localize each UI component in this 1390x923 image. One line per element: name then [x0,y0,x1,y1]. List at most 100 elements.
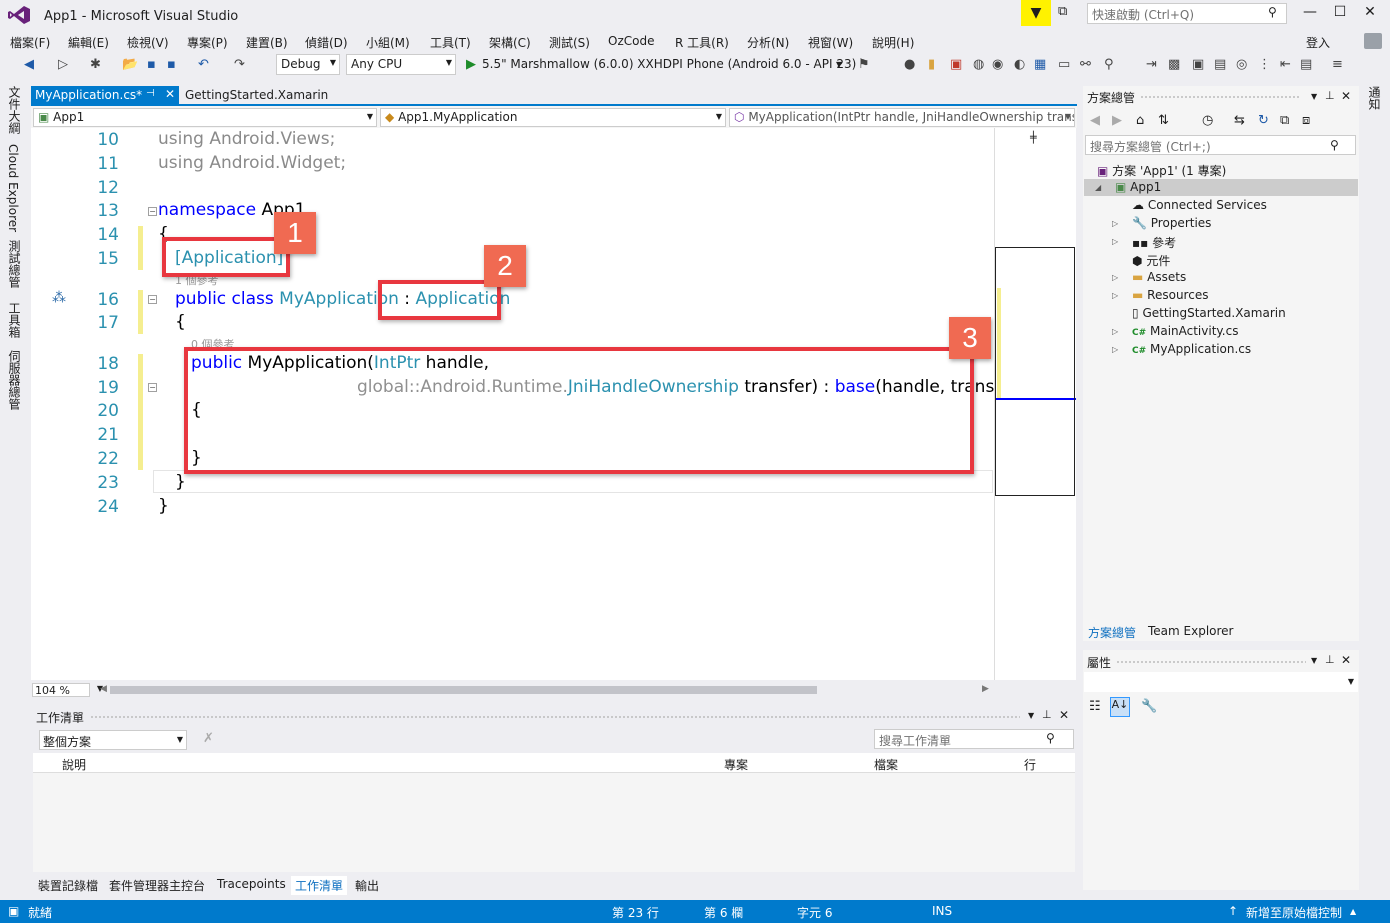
collapsed-triangle-icon[interactable]: ▷ [1112,291,1118,300]
collapsed-triangle-icon[interactable]: ▷ [1112,327,1118,336]
back-icon[interactable]: ◀ [24,57,34,72]
menu-team[interactable]: 小組(M) [366,34,410,51]
menu-ozcode[interactable]: OzCode [608,34,654,48]
class-breakpoint-icon[interactable]: ⁂ [52,290,66,306]
user-icon[interactable] [1364,33,1382,49]
tree-mainactivity[interactable]: C# MainActivity.cs [1132,324,1238,338]
package-icon[interactable]: ▩ [1168,57,1180,72]
attach-icon[interactable]: ◐ [1014,57,1025,72]
find-icon[interactable]: ⚑ [858,57,870,72]
breakpoint-icon[interactable]: ● [904,57,915,72]
pending-changes-icon[interactable]: ◷ [1202,113,1213,128]
save-icon[interactable]: ▪ [147,57,156,72]
tree-myapplication[interactable]: C# MyApplication.cs [1132,342,1251,356]
chevron-down-icon[interactable]: ▼ [1311,92,1317,101]
pin-icon[interactable]: ⊣ [146,88,155,99]
tab-myapplication-cs[interactable]: MyApplication.cs* ⊣ ✕ [31,86,179,105]
pin-icon[interactable]: ⊥ [1042,708,1052,721]
tab-gettingstarted-xamarin[interactable]: GettingStarted.Xamarin [181,86,341,105]
tab-output[interactable]: 輸出 [351,876,383,895]
back-icon[interactable]: ◀ [1090,113,1100,128]
chevron-down-icon[interactable]: ▼ [836,60,842,69]
tree-gettingstarted[interactable]: ▯ GettingStarted.Xamarin [1132,306,1286,320]
close-button[interactable]: ✕ [1355,4,1385,24]
notifications-tab[interactable]: 通知 [1366,86,1383,110]
menu-debug[interactable]: 偵錯(D) [305,34,348,51]
collapsed-triangle-icon[interactable]: ▷ [1112,273,1118,282]
tab-solution-explorer[interactable]: 方案總管 [1088,624,1136,641]
save-all-icon[interactable]: ▪ [167,57,176,72]
zoom-select[interactable]: 104 % ▼ [32,683,103,697]
task-scope-select[interactable]: 整個方案 ▼ [39,730,187,750]
filter-flag-icon[interactable]: ▼ [1021,0,1051,26]
column-file[interactable]: 檔案 [874,756,898,773]
collapse-icon[interactable]: − [148,207,157,216]
close-icon[interactable]: ✕ [1341,653,1351,667]
bookmark-icon[interactable]: ▮ [928,57,935,72]
menu-help[interactable]: 說明(H) [872,34,914,51]
collapsed-triangle-icon[interactable]: ▷ [1112,219,1118,228]
record-icon[interactable]: ◍ [973,57,984,72]
tab-tracepoints[interactable]: Tracepoints [213,876,290,892]
link-icon[interactable]: ⚯ [1080,57,1091,72]
tree-properties[interactable]: 🔧 Properties [1132,216,1211,230]
redo-icon[interactable]: ↷ [234,57,245,72]
new-project-icon[interactable]: ✱ [90,57,101,72]
home-icon[interactable]: ⌂ [1136,113,1144,128]
column-description[interactable]: 說明 [62,756,86,773]
layout-icon[interactable]: ▦ [1034,57,1046,72]
split-handle-icon[interactable]: ╪ [1030,131,1037,144]
collapse-all-icon[interactable]: ⧉ [1280,113,1289,128]
scroll-left-icon[interactable]: ◀ [100,684,107,694]
object-select[interactable]: ▼ [1084,672,1358,692]
tree-assets[interactable]: ▬ Assets [1132,270,1186,284]
cloud-explorer-tab[interactable]: Cloud Explorer [6,144,20,232]
column-project[interactable]: 專案 [724,756,748,773]
minimize-button[interactable]: — [1295,4,1325,24]
chevron-down-icon[interactable]: ▼ [1311,656,1317,665]
menu-view[interactable]: 檢視(V) [127,34,169,51]
collapsed-triangle-icon[interactable]: ▷ [1112,345,1118,354]
menu-project[interactable]: 專案(P) [187,34,228,51]
column-line[interactable]: 行 [1024,756,1036,773]
configuration-select[interactable]: Debug ▼ [276,54,340,75]
menu-build[interactable]: 建置(B) [246,34,288,51]
tree-solution[interactable]: ▣ 方案 'App1' (1 專案) [1097,162,1226,179]
expanded-triangle-icon[interactable]: ◢ [1095,183,1101,192]
tab-team-explorer[interactable]: Team Explorer [1148,624,1234,638]
pin-icon[interactable]: ⊥ [1325,653,1335,666]
panel-grip[interactable] [90,715,1020,719]
scrollbar-thumb[interactable] [110,686,817,694]
panel-grip[interactable] [1140,95,1300,99]
run-target-button[interactable]: 5.5" Marshmallow (6.0.0) XXHDPI Phone (A… [482,57,856,71]
pin-icon[interactable]: ⊥ [1325,89,1335,102]
share-icon[interactable]: ⚲ [1104,57,1114,72]
tab-device-log[interactable]: 裝置記錄檔 [34,876,102,895]
tree-components[interactable]: ⬢ 元件 [1132,252,1170,269]
step-icon[interactable]: ⇥ [1146,57,1157,72]
view-icon[interactable]: ▤ [1214,57,1226,72]
quick-launch-input[interactable]: 快速啟動 (Ctrl+Q) [1087,3,1287,24]
close-icon[interactable]: ✕ [1341,89,1351,103]
tab-package-manager-console[interactable]: 套件管理器主控台 [105,876,209,895]
undo-icon[interactable]: ↶ [198,57,209,72]
alphabetical-icon[interactable]: A↓ [1110,697,1130,717]
device-icon[interactable]: ▣ [950,57,962,72]
tab-task-list[interactable]: 工作清單 [291,876,348,895]
collapse-icon[interactable]: − [148,383,157,392]
close-tab-icon[interactable]: ✕ [165,87,175,101]
scroll-right-icon[interactable]: ▶ [982,684,989,694]
tree-references[interactable]: ▪▪ 參考 [1132,234,1176,251]
server-explorer-tab[interactable]: 伺服器總管 [6,350,23,410]
add-to-source-control-button[interactable]: 新增至原始檔控制 [1246,904,1342,921]
format-icon[interactable]: ▤ [1300,57,1312,72]
menu-r-tools[interactable]: R 工具(R) [675,34,729,51]
maximize-button[interactable]: ☐ [1325,4,1355,24]
feedback-icon[interactable]: ⧉ [1058,4,1067,19]
indent-icon[interactable]: ≡ [1332,57,1343,72]
chevron-down-icon[interactable]: ▼ [1028,711,1034,720]
sign-in-link[interactable]: 登入 [1306,34,1330,51]
show-all-files-icon[interactable]: ⧈ [1302,113,1310,128]
close-icon[interactable]: ✕ [1059,708,1069,722]
property-pages-icon[interactable]: 🔧 [1141,699,1157,714]
